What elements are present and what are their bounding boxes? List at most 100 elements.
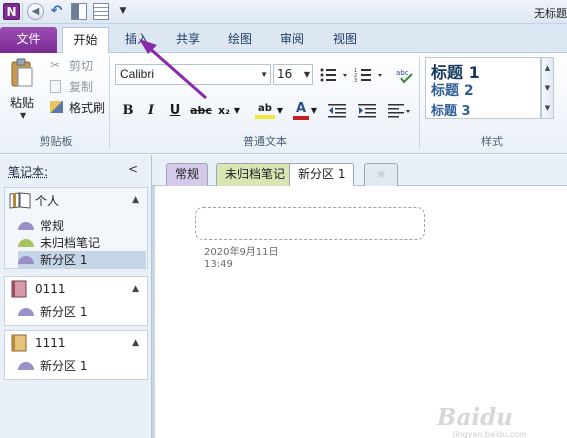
- window-title: 无标题: [534, 7, 567, 20]
- back-icon[interactable]: ◀: [27, 3, 44, 20]
- page-area: 常规 未归档笔记 新分区 1 ☼ 2020年9月11日 13:49 Baidu …: [152, 155, 567, 438]
- dock-to-desktop-icon[interactable]: [71, 3, 87, 20]
- copy-button[interactable]: 复制: [50, 77, 93, 95]
- tab-share[interactable]: 共享: [166, 27, 210, 53]
- font-color-button[interactable]: A: [293, 101, 309, 120]
- notebook-name: 个人: [35, 193, 60, 208]
- paste-dropdown-chevron-icon[interactable]: ▼: [20, 111, 26, 120]
- section-label: 新分区 1: [40, 253, 88, 267]
- increase-indent-icon[interactable]: [358, 104, 376, 118]
- notebook-name: 1111: [35, 336, 66, 350]
- font-color-dropdown-chevron-icon[interactable]: ▼: [310, 101, 318, 121]
- section-icon: [18, 238, 34, 247]
- section-label: 新分区 1: [40, 359, 88, 373]
- style-heading-2[interactable]: 标题 2: [431, 80, 474, 100]
- page-time: 13:49: [204, 259, 233, 270]
- tab-insert[interactable]: 插入: [116, 27, 158, 53]
- notebook-navigation-panel: 笔记本: < 个人 ▲ 常规 未归档笔记 新分区 1 0111 ▲ 新分区 1 …: [0, 155, 152, 438]
- watermark-logo: Baidu: [437, 404, 513, 431]
- copy-label: 复制: [69, 79, 94, 94]
- scroll-up-icon[interactable]: ▲: [542, 58, 553, 78]
- format-painter-button[interactable]: 格式刷: [50, 98, 105, 116]
- bold-button[interactable]: B: [120, 101, 136, 121]
- format-painter-icon: [50, 101, 63, 113]
- undo-icon[interactable]: ↶: [48, 3, 65, 20]
- decrease-indent-icon[interactable]: [328, 104, 346, 118]
- highlight-button[interactable]: ab: [255, 101, 275, 119]
- section-tab-unfiled-notes[interactable]: 未归档笔记: [216, 163, 295, 186]
- notebook-header-personal[interactable]: 个人: [9, 189, 59, 211]
- open-notebook-icon: [9, 192, 31, 209]
- section-tab-new-1[interactable]: 新分区 1: [289, 163, 355, 187]
- section-new-1-active[interactable]: 新分区 1: [18, 251, 146, 268]
- toolbar-divider: [22, 3, 23, 20]
- scroll-down-icon[interactable]: ▼: [542, 78, 553, 98]
- format-painter-label: 格式刷: [69, 100, 106, 115]
- tab-view[interactable]: 视图: [323, 27, 367, 53]
- customize-toolbar-chevron-icon[interactable]: ▼: [118, 3, 128, 20]
- section-label: 未归档笔记: [40, 236, 101, 250]
- page-canvas[interactable]: 2020年9月11日 13:49 Baidu jingyan.baidu.com: [152, 186, 567, 438]
- paste-icon[interactable]: [10, 58, 34, 88]
- page-title-box[interactable]: [195, 207, 425, 240]
- paste-button[interactable]: 粘贴: [10, 94, 34, 111]
- font-name-dropdown[interactable]: Calibri ▼: [115, 64, 271, 85]
- notebook-header-0111[interactable]: 0111: [9, 278, 66, 300]
- group-divider: [419, 57, 420, 149]
- subscript-button[interactable]: x₂: [215, 101, 233, 121]
- ribbon: 粘贴 ▼ ✂ 剪切 复制 格式刷 剪贴板 Calibri ▼ 16 ▼ 1 2 …: [0, 53, 567, 154]
- ribbon-tab-bar: 文件 开始 插入 共享 绘图 审阅 视图: [0, 24, 567, 54]
- svg-text:3: 3: [354, 78, 357, 84]
- font-name-value: Calibri: [120, 67, 155, 81]
- new-section-tab-icon[interactable]: ☼: [364, 163, 398, 186]
- tab-review[interactable]: 审阅: [270, 27, 314, 53]
- section-new-1[interactable]: 新分区 1: [18, 303, 87, 320]
- subscript-dropdown-chevron-icon[interactable]: ▼: [233, 101, 241, 121]
- collapse-notebook-icon[interactable]: ▲: [132, 284, 139, 294]
- page-date: 2020年9月11日: [204, 247, 279, 258]
- tab-home[interactable]: 开始: [62, 27, 109, 54]
- collapse-panel-icon[interactable]: <: [128, 162, 138, 176]
- section-tab-bar: 常规 未归档笔记 新分区 1 ☼: [152, 155, 567, 187]
- tab-file[interactable]: 文件: [0, 27, 57, 53]
- numbered-list-icon[interactable]: 1 2 3: [354, 66, 386, 84]
- highlight-dropdown-chevron-icon[interactable]: ▼: [276, 101, 284, 121]
- group-divider: [109, 57, 110, 149]
- full-page-view-icon[interactable]: [93, 3, 109, 20]
- spell-check-icon[interactable]: abc: [395, 66, 415, 84]
- collapse-notebook-icon[interactable]: ▲: [132, 195, 139, 205]
- underline-button[interactable]: U: [167, 101, 183, 121]
- align-left-icon[interactable]: [388, 104, 412, 118]
- onenote-logo-icon[interactable]: N: [3, 3, 20, 20]
- styles-gallery[interactable]: 标题 1 标题 2 标题 3: [425, 57, 541, 119]
- bullet-list-icon[interactable]: [319, 66, 351, 84]
- section-general[interactable]: 常规: [18, 217, 64, 234]
- section-icon: [18, 361, 34, 370]
- italic-button[interactable]: I: [143, 101, 159, 121]
- strikethrough-button[interactable]: abc: [190, 101, 212, 121]
- more-styles-icon[interactable]: ▼: [542, 98, 553, 118]
- styles-group-label: 样式: [481, 135, 503, 148]
- font-size-dropdown[interactable]: 16 ▼: [273, 64, 313, 85]
- style-heading-3[interactable]: 标题 3: [431, 100, 471, 119]
- notebook-header-1111[interactable]: 1111: [9, 332, 66, 354]
- section-icon: [18, 255, 34, 264]
- font-size-value: 16: [277, 67, 293, 81]
- cut-button[interactable]: ✂ 剪切: [50, 56, 93, 74]
- section-unfiled-notes[interactable]: 未归档笔记: [18, 234, 100, 251]
- styles-scroll-buttons[interactable]: ▲ ▼ ▼: [541, 57, 554, 119]
- svg-text:abc: abc: [396, 69, 409, 77]
- section-tab-general[interactable]: 常规: [166, 163, 209, 186]
- section-icon: [18, 221, 34, 230]
- notebooks-header[interactable]: 笔记本:: [8, 163, 48, 180]
- tab-draw[interactable]: 绘图: [218, 27, 262, 53]
- watermark-subtext: jingyan.baidu.com: [453, 430, 527, 438]
- chevron-down-icon: ▼: [303, 70, 310, 79]
- section-label: 常规: [40, 219, 65, 233]
- section-new-1[interactable]: 新分区 1: [18, 357, 87, 374]
- collapse-notebook-icon[interactable]: ▲: [132, 338, 139, 348]
- section-icon: [18, 307, 34, 316]
- scissors-icon: ✂: [50, 58, 61, 72]
- clipboard-group-label: 剪贴板: [39, 135, 73, 148]
- cut-label: 剪切: [69, 58, 94, 73]
